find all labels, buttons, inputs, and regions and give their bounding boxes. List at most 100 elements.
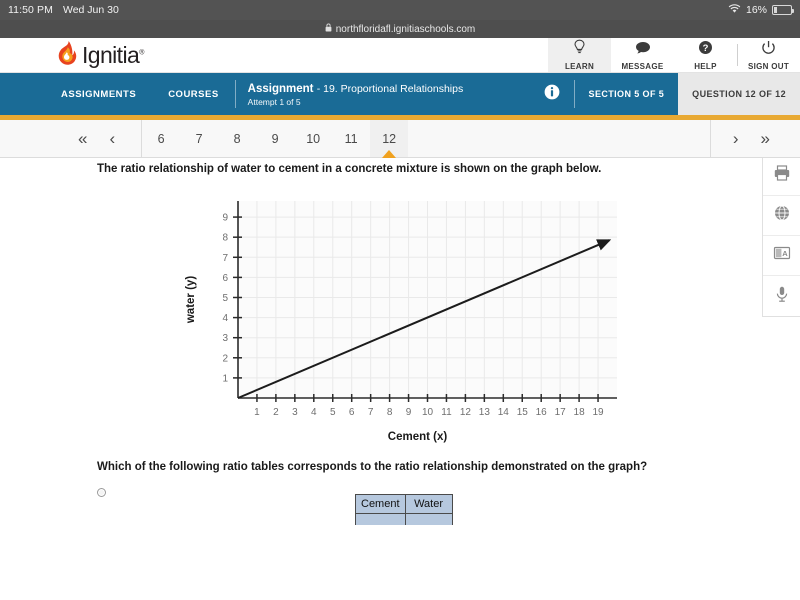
nav-help[interactable]: ? HELP — [674, 38, 737, 72]
question-tab[interactable]: QUESTION 12 OF 12 — [678, 73, 800, 115]
x-tick-label: 19 — [592, 407, 604, 418]
wifi-icon — [728, 3, 741, 17]
x-tick-label: 10 — [422, 407, 434, 418]
x-axis-label: Cement (x) — [388, 431, 448, 443]
microphone-icon — [773, 285, 791, 308]
y-tick-label: 3 — [222, 333, 228, 344]
ignitia-logo[interactable]: Ignitia® — [0, 38, 144, 72]
lightbulb-icon — [572, 39, 587, 60]
nav-help-label: HELP — [694, 61, 717, 71]
read-aloud-button[interactable] — [763, 276, 800, 316]
y-tick-label: 1 — [222, 373, 228, 384]
ratio-graph: 1 2 3 4 5 6 7 8 9 10 11 12 13 14 15 16 17 18 19 1 2 3 4 5 6 7 8 9 Ce… — [180, 191, 625, 446]
translate-button[interactable] — [763, 196, 800, 236]
assignments-link[interactable]: ASSIGNMENTS — [45, 73, 152, 115]
dictionary-button[interactable]: A — [763, 236, 800, 276]
power-icon — [761, 40, 776, 60]
pager-numbers: 6 7 8 9 10 11 12 — [142, 120, 409, 157]
answer-option-a-radio[interactable] — [97, 488, 106, 497]
print-icon — [773, 164, 791, 187]
info-button[interactable] — [530, 73, 574, 115]
assignment-bar: ASSIGNMENTS COURSES Assignment - 19. Pro… — [0, 73, 800, 115]
nav-learn-label: LEARN — [564, 62, 595, 71]
battery-percent: 16% — [745, 4, 767, 16]
y-tick-label: 8 — [222, 233, 228, 244]
registered-mark: ® — [139, 48, 144, 56]
courses-link[interactable]: COURSES — [152, 73, 234, 115]
pager-page-11[interactable]: 11 — [332, 120, 370, 157]
table-header-water: Water — [404, 494, 453, 514]
app-header: Ignitia® LEARN MESSAGE ? HELP SIGN OUT — [0, 38, 800, 73]
question-circle-icon: ? — [698, 40, 713, 60]
pager-right-arrows: › » — [709, 120, 800, 157]
x-tick-label: 3 — [292, 407, 298, 418]
lock-icon — [325, 23, 332, 35]
svg-text:A: A — [782, 249, 788, 258]
y-tick-label: 5 — [222, 293, 228, 304]
url-text: northfloridafl.ignitiaschools.com — [335, 23, 476, 35]
assignment-title: - 19. Proportional Relationships — [316, 82, 464, 95]
nav-sign-out-label: SIGN OUT — [747, 61, 790, 71]
pager-page-12[interactable]: 12 — [370, 120, 409, 157]
print-button[interactable] — [763, 158, 800, 196]
x-tick-label: 6 — [349, 407, 355, 418]
x-tick-label: 15 — [517, 407, 529, 418]
nav-message-label: MESSAGE — [621, 61, 664, 71]
x-tick-label: 5 — [330, 407, 336, 418]
battery-icon — [772, 5, 794, 15]
flame-icon — [56, 40, 78, 71]
info-icon — [544, 84, 560, 105]
x-tick-label: 4 — [311, 407, 317, 418]
y-tick-label: 9 — [222, 213, 228, 224]
y-tick-label: 4 — [222, 313, 228, 324]
x-tick-label: 7 — [368, 407, 374, 418]
pager-page-8[interactable]: 8 — [218, 120, 256, 157]
chevron-left-icon[interactable]: ‹ — [109, 130, 115, 147]
question-text: Which of the following ratio tables corr… — [97, 461, 648, 473]
x-tick-label: 12 — [460, 407, 472, 418]
section-tab[interactable]: SECTION 5 OF 5 — [575, 73, 679, 115]
question-content: The ratio relationship of water to cemen… — [0, 158, 800, 525]
ios-status-bar: 11:50 PM Wed Jun 30 16% — [0, 0, 800, 20]
x-tick-label: 1 — [254, 407, 260, 418]
assignment-info: Assignment - 19. Proportional Relationsh… — [236, 73, 530, 115]
svg-text:?: ? — [703, 43, 709, 54]
chevron-right-icon[interactable]: › — [733, 130, 739, 147]
pager-page-9[interactable]: 9 — [256, 120, 294, 157]
pager-page-10[interactable]: 10 — [294, 120, 332, 157]
question-prompt: The ratio relationship of water to cemen… — [97, 163, 602, 175]
table-header-cement: Cement — [355, 494, 406, 514]
table-row — [355, 513, 453, 525]
status-time: 11:50 PM — [8, 4, 53, 16]
logo-text: Ignitia® — [82, 41, 144, 68]
nav-learn[interactable]: LEARN — [548, 38, 611, 72]
nav-sign-out[interactable]: SIGN OUT — [737, 38, 800, 72]
y-tick-label: 2 — [222, 353, 228, 364]
x-tick-label: 16 — [536, 407, 548, 418]
x-tick-label: 13 — [479, 407, 491, 418]
assignment-label: Assignment — [247, 82, 314, 95]
x-tick-label: 2 — [273, 407, 279, 418]
pager-page-6[interactable]: 6 — [142, 120, 180, 157]
double-chevron-left-icon[interactable]: « — [78, 130, 87, 147]
status-date: Wed Jun 30 — [62, 4, 119, 16]
question-pager: « ‹ 6 7 8 9 10 11 12 › » — [0, 120, 800, 158]
table-cell-cement — [355, 513, 406, 525]
double-chevron-right-icon[interactable]: » — [761, 130, 770, 147]
graph-svg: 1 2 3 4 5 6 7 8 9 10 11 12 13 14 15 16 17 18 19123456789Ce… — [185, 201, 617, 443]
x-tick-label: 17 — [555, 407, 567, 418]
y-tick-label: 7 — [222, 253, 228, 264]
globe-icon — [773, 204, 791, 227]
x-tick-label: 14 — [498, 407, 510, 418]
table-header-row: Cement Water — [355, 494, 453, 514]
x-tick-label: 11 — [441, 407, 452, 418]
x-tick-label: 8 — [387, 407, 393, 418]
nav-message[interactable]: MESSAGE — [611, 38, 674, 72]
y-tick-label: 6 — [222, 273, 228, 284]
pager-page-7[interactable]: 7 — [180, 120, 218, 157]
header-nav: LEARN MESSAGE ? HELP SIGN OUT — [548, 38, 800, 72]
dictionary-icon: A — [773, 244, 791, 267]
speech-bubble-icon — [635, 40, 651, 60]
browser-url-bar[interactable]: northfloridafl.ignitiaschools.com — [0, 20, 800, 38]
table-cell-water — [404, 513, 453, 525]
